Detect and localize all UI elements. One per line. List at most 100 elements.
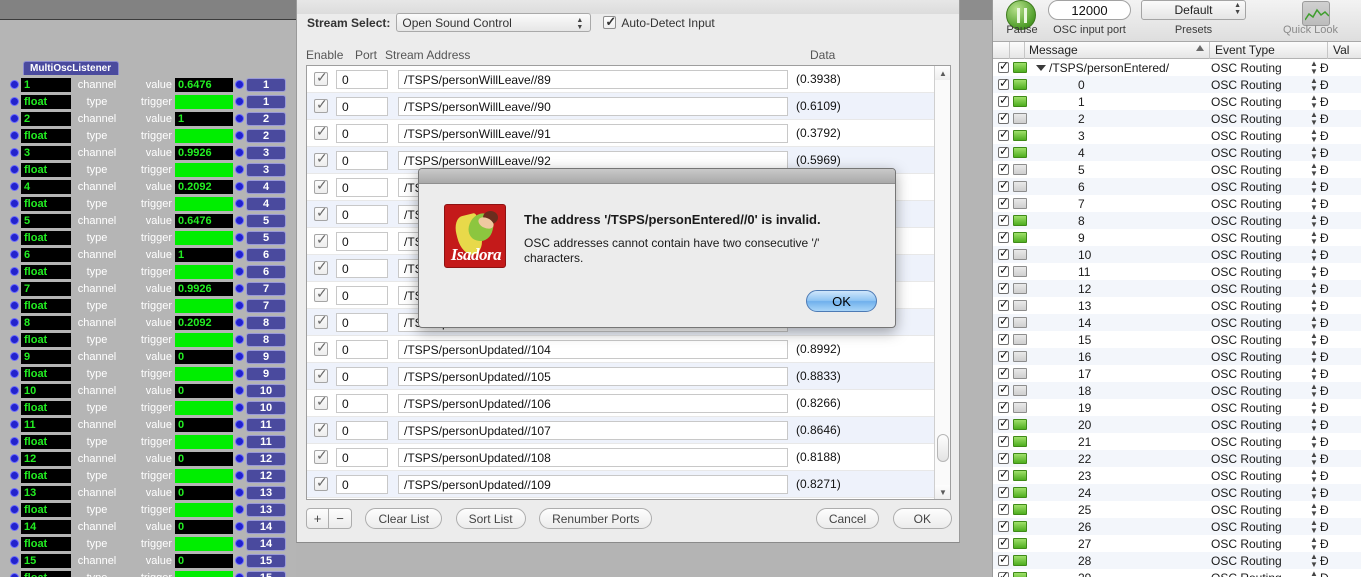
output-plug-icon[interactable] xyxy=(235,539,244,548)
input-plug-icon[interactable] xyxy=(10,216,19,225)
output-plug-icon[interactable] xyxy=(235,114,244,123)
monitor-message-row[interactable]: 28 OSC Routing ▲▼Ð xyxy=(993,552,1361,569)
stepper-icon[interactable]: ▲▼ xyxy=(1308,518,1320,535)
row-port-input[interactable]: 0 xyxy=(336,474,388,494)
output-plug-icon[interactable] xyxy=(235,216,244,225)
channel-number-field[interactable]: 15 xyxy=(21,553,71,568)
stepper-icon[interactable]: ▲▼ xyxy=(1308,144,1320,161)
input-plug-icon[interactable] xyxy=(10,522,19,531)
stepper-icon[interactable]: ▲▼ xyxy=(1308,178,1320,195)
channel-number-field[interactable]: 12 xyxy=(21,451,71,466)
actor-type-row[interactable]: floattypetrigger 15 xyxy=(10,569,286,577)
actor-type-row[interactable]: float type trigger 11 xyxy=(10,433,286,450)
monitor-message-row[interactable]: 11 OSC Routing ▲▼Ð xyxy=(993,263,1361,280)
actor-channel-row[interactable]: 1 channel value 0.6476 1 xyxy=(10,76,286,93)
output-plug-icon[interactable] xyxy=(235,250,244,259)
input-plug-icon[interactable] xyxy=(10,539,19,548)
input-plug-icon[interactable] xyxy=(10,471,19,480)
stream-address-row[interactable]: 0/TSPS/personEntered//38(410.0) xyxy=(307,498,935,499)
output-plug-icon[interactable] xyxy=(235,420,244,429)
row-enable-checkbox[interactable] xyxy=(998,127,1009,141)
input-plug-icon[interactable] xyxy=(10,335,19,344)
row-enable-checkbox[interactable] xyxy=(314,96,328,113)
monitor-message-row[interactable]: 2 OSC Routing ▲▼Ð xyxy=(993,110,1361,127)
output-plug-icon[interactable] xyxy=(235,97,244,106)
monitor-message-row[interactable]: 23 OSC Routing ▲▼Ð xyxy=(993,467,1361,484)
actor-channel-row[interactable]: 2 channel value 1 2 xyxy=(10,110,286,127)
stepper-icon[interactable]: ▲▼ xyxy=(1308,93,1320,110)
actor-type-row[interactable]: float type trigger 3 xyxy=(10,161,286,178)
row-enable-checkbox[interactable] xyxy=(314,393,328,410)
row-enable-checkbox[interactable] xyxy=(998,501,1009,515)
row-enable-checkbox[interactable] xyxy=(998,348,1009,362)
stepper-icon[interactable]: ▲▼ xyxy=(1308,246,1320,263)
stepper-icon[interactable]: ▲▼ xyxy=(1308,212,1320,229)
input-plug-icon[interactable] xyxy=(10,352,19,361)
stream-address-row[interactable]: 0/TSPS/personWillLeave//89 (0.3938) xyxy=(307,66,935,93)
column-header-event-type[interactable]: Event Type xyxy=(1215,43,1275,59)
row-port-input[interactable]: 0 xyxy=(336,447,388,467)
output-plug-icon[interactable] xyxy=(235,573,244,577)
type-field[interactable]: float xyxy=(21,162,71,177)
row-enable-checkbox[interactable] xyxy=(998,331,1009,345)
row-address-input[interactable]: /TSPS/personUpdated//108 xyxy=(398,447,788,467)
input-plug-icon[interactable] xyxy=(10,80,19,89)
input-plug-icon[interactable] xyxy=(10,284,19,293)
monitor-message-row[interactable]: 17 OSC Routing ▲▼Ð xyxy=(993,365,1361,382)
actor-type-row[interactable]: float type trigger 7 xyxy=(10,297,286,314)
actor-channel-row[interactable]: 10 channel value 0 10 xyxy=(10,382,286,399)
type-field[interactable]: float xyxy=(21,196,71,211)
row-enable-checkbox[interactable] xyxy=(314,123,328,140)
type-field[interactable]: float xyxy=(21,332,71,347)
stepper-icon[interactable]: ▲▼ xyxy=(1308,280,1320,297)
output-plug-icon[interactable] xyxy=(235,267,244,276)
channel-number-field[interactable]: 10 xyxy=(21,383,71,398)
row-enable-checkbox[interactable] xyxy=(998,484,1009,498)
row-enable-checkbox[interactable] xyxy=(314,447,328,464)
alert-ok-button[interactable]: OK xyxy=(806,290,877,312)
monitor-message-row[interactable]: 6 OSC Routing ▲▼Ð xyxy=(993,178,1361,195)
input-plug-icon[interactable] xyxy=(10,131,19,140)
scrollbar-thumb[interactable] xyxy=(937,434,949,462)
auto-detect-input-checkbox[interactable]: Auto-Detect Input xyxy=(603,14,715,30)
monitor-message-row[interactable]: 25 OSC Routing ▲▼Ð xyxy=(993,501,1361,518)
input-plug-icon[interactable] xyxy=(10,505,19,514)
type-field[interactable]: float xyxy=(21,502,71,517)
actor-type-row[interactable]: float type trigger 8 xyxy=(10,331,286,348)
output-plug-icon[interactable] xyxy=(235,233,244,242)
monitor-message-row[interactable]: 27 OSC Routing ▲▼Ð xyxy=(993,535,1361,552)
input-plug-icon[interactable] xyxy=(10,267,19,276)
osc-monitor-panel[interactable]: Pause 12000 OSC input port Default ▲ ▼ Pr… xyxy=(992,0,1361,577)
stepper-icon[interactable]: ▲▼ xyxy=(1308,569,1320,577)
row-enable-checkbox[interactable] xyxy=(998,246,1009,260)
row-address-input[interactable]: /TSPS/personUpdated//106 xyxy=(398,393,788,413)
stepper-icon[interactable]: ▲▼ xyxy=(1308,382,1320,399)
actor-channel-row[interactable]: 5 channel value 0.6476 5 xyxy=(10,212,286,229)
stepper-icon[interactable]: ▲▼ xyxy=(1308,59,1320,76)
row-port-input[interactable]: 0 xyxy=(336,285,388,305)
stepper-icon[interactable]: ▲▼ xyxy=(1308,535,1320,552)
monitor-message-row[interactable]: 29OSC Routing▲▼Ð xyxy=(993,569,1361,577)
stepper-icon[interactable]: ▲▼ xyxy=(1308,110,1320,127)
row-enable-checkbox[interactable] xyxy=(998,297,1009,311)
output-plug-icon[interactable] xyxy=(235,437,244,446)
channel-number-field[interactable]: 4 xyxy=(21,179,71,194)
stepper-icon[interactable]: ▲▼ xyxy=(1308,76,1320,93)
scroll-up-arrow-icon[interactable]: ▲ xyxy=(935,66,950,80)
type-field[interactable]: float xyxy=(21,298,71,313)
actor-type-row[interactable]: float type trigger 9 xyxy=(10,365,286,382)
row-port-input[interactable]: 0 xyxy=(336,366,388,386)
row-address-input[interactable]: /TSPS/personUpdated//105 xyxy=(398,366,788,386)
monitor-message-row[interactable]: 14 OSC Routing ▲▼Ð xyxy=(993,314,1361,331)
stream-address-row[interactable]: 0/TSPS/personUpdated//108 (0.8188) xyxy=(307,444,935,471)
row-enable-checkbox[interactable] xyxy=(998,399,1009,413)
actor-channel-row[interactable]: 14 channel value 0 14 xyxy=(10,518,286,535)
stepper-icon[interactable]: ▲▼ xyxy=(1308,331,1320,348)
row-enable-checkbox[interactable] xyxy=(998,161,1009,175)
stepper-icon[interactable]: ▲▼ xyxy=(1308,348,1320,365)
type-field[interactable]: float xyxy=(21,230,71,245)
stepper-icon[interactable]: ▲▼ xyxy=(1308,467,1320,484)
channel-number-field[interactable]: 3 xyxy=(21,145,71,160)
actor-type-row[interactable]: float type trigger 13 xyxy=(10,501,286,518)
output-plug-icon[interactable] xyxy=(235,199,244,208)
